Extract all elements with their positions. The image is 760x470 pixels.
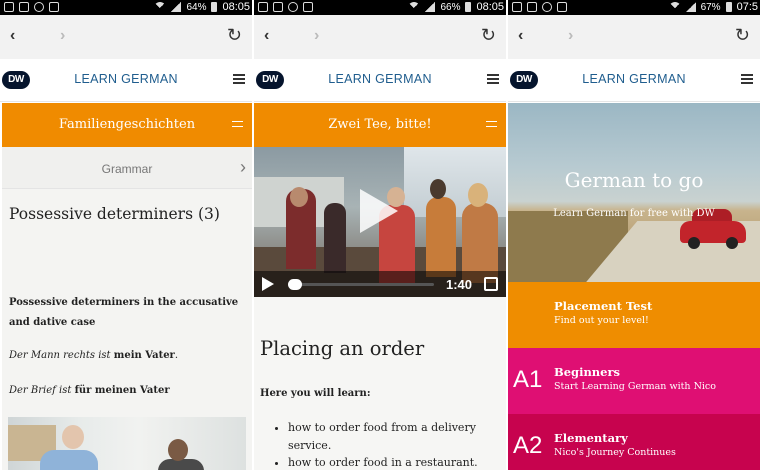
battery-icon xyxy=(725,2,732,12)
grammar-nav-row[interactable]: Grammar › xyxy=(2,147,252,189)
signal-icon xyxy=(425,2,436,12)
clock: 08:05 xyxy=(476,1,504,13)
status-bar: 67% 07:5 xyxy=(508,0,760,15)
play-icon[interactable] xyxy=(262,277,274,291)
list-item: how to order food from a delivery servic… xyxy=(288,419,504,454)
file-icon xyxy=(49,2,59,12)
level-a1-tile[interactable]: A1 Beginners Start Learning German with … xyxy=(508,348,760,414)
hamburger-menu-icon[interactable] xyxy=(233,74,245,84)
notification-icons xyxy=(258,2,313,12)
browser-toolbar: ‹ › ↻ xyxy=(254,15,506,59)
screen-grammar: 64% 08:05 ‹ › ↻ DW LEARN GERMAN Familien… xyxy=(0,0,252,470)
reload-icon[interactable]: ↻ xyxy=(735,25,750,45)
shield-icon xyxy=(34,2,44,12)
seek-thumb[interactable] xyxy=(288,279,302,290)
hero-banner[interactable]: German to go Learn German for free with … xyxy=(508,103,760,282)
reload-icon[interactable]: ↻ xyxy=(227,25,242,45)
browser-toolbar: ‹ › ↻ xyxy=(508,15,760,59)
example-sentence: Der Mann rechts ist mein Vater. xyxy=(9,350,179,361)
back-icon[interactable]: ‹ xyxy=(518,27,523,45)
page-title: Placing an order xyxy=(260,337,425,360)
wifi-icon xyxy=(408,2,421,14)
wifi-icon xyxy=(668,2,681,14)
site-title[interactable]: LEARN GERMAN xyxy=(508,72,760,86)
screen-video-lesson: 66% 08:05 ‹ › ↻ DW LEARN GERMAN Zwei Tee… xyxy=(254,0,506,470)
screen-home: 67% 07:5 ‹ › ↻ DW LEARN GERMAN German to… xyxy=(508,0,760,470)
signal-icon xyxy=(685,2,696,12)
learning-goals-list: how to order food from a delivery servic… xyxy=(276,419,504,470)
play-overlay-icon[interactable] xyxy=(360,189,398,233)
list-item: how to order food in a restaurant. xyxy=(288,454,504,470)
tile-title: Elementary xyxy=(554,431,628,445)
clock: 07:5 xyxy=(736,1,758,13)
hamburger-menu-icon[interactable] xyxy=(741,74,753,84)
site-title[interactable]: LEARN GERMAN xyxy=(0,72,252,86)
example-sentence: Der Brief ist für meinen Vater xyxy=(9,385,170,396)
battery-icon xyxy=(465,2,472,12)
video-player[interactable]: 1:40 xyxy=(254,147,506,297)
lesson-menu-icon[interactable] xyxy=(486,121,497,127)
lesson-photo xyxy=(8,417,246,470)
tile-subtitle: Nico's Journey Continues xyxy=(554,447,676,458)
level-a2-tile[interactable]: A2 Elementary Nico's Journey Continues xyxy=(508,414,760,470)
tile-title: Placement Test xyxy=(554,299,653,313)
hamburger-menu-icon[interactable] xyxy=(487,74,499,84)
video-controls: 1:40 xyxy=(254,271,506,297)
lesson-title-bar[interactable]: Zwei Tee, bitte! xyxy=(254,103,506,147)
site-header: DW LEARN GERMAN xyxy=(508,59,760,102)
status-bar: 64% 08:05 xyxy=(0,0,252,15)
hero-title: German to go xyxy=(564,168,704,192)
tile-subtitle: Start Learning German with Nico xyxy=(554,381,716,392)
gallery-icon xyxy=(258,2,268,12)
site-header: DW LEARN GERMAN xyxy=(0,59,252,102)
level-code: A1 xyxy=(513,366,543,393)
battery-percent: 66% xyxy=(440,1,461,13)
status-bar: 66% 08:05 xyxy=(254,0,506,15)
lesson-content: Grammar › Possessive determiners (3) Pos… xyxy=(2,147,252,470)
file-icon xyxy=(557,2,567,12)
notification-icons xyxy=(512,2,567,12)
chevron-right-icon[interactable]: › xyxy=(240,157,246,178)
forward-icon[interactable]: › xyxy=(60,27,65,45)
clock: 08:05 xyxy=(222,1,250,13)
site-header: DW LEARN GERMAN xyxy=(254,59,506,102)
back-icon[interactable]: ‹ xyxy=(10,27,15,45)
page-title: Possessive determiners (3) xyxy=(9,205,220,223)
section-subheading: Possessive determiners in the accusative… xyxy=(9,297,239,328)
lesson-menu-icon[interactable] xyxy=(232,121,243,127)
shield-icon xyxy=(542,2,552,12)
battery-percent: 64% xyxy=(186,1,207,13)
browser-toolbar: ‹ › ↻ xyxy=(0,15,252,59)
battery-percent: 67% xyxy=(700,1,721,13)
placement-test-tile[interactable]: Placement Test Find out your level! xyxy=(508,282,760,348)
shield-icon xyxy=(288,2,298,12)
reload-icon[interactable]: ↻ xyxy=(481,25,496,45)
file-icon xyxy=(303,2,313,12)
notification-icons xyxy=(4,2,59,12)
image-icon xyxy=(527,2,537,12)
battery-icon xyxy=(211,2,218,12)
grammar-label: Grammar xyxy=(101,162,153,176)
gallery-icon xyxy=(4,2,14,12)
level-code: A2 xyxy=(513,432,543,459)
image-icon xyxy=(19,2,29,12)
gallery-icon xyxy=(512,2,522,12)
tile-subtitle: Find out your level! xyxy=(554,315,649,326)
fullscreen-icon[interactable] xyxy=(484,277,498,291)
tile-title: Beginners xyxy=(554,365,621,379)
lesson-title: Zwei Tee, bitte! xyxy=(328,117,432,132)
lesson-title-bar[interactable]: Familiengeschichten xyxy=(2,103,252,147)
site-title[interactable]: LEARN GERMAN xyxy=(254,72,506,86)
forward-icon[interactable]: › xyxy=(568,27,573,45)
lesson-title: Familiengeschichten xyxy=(58,117,196,132)
hero-subtitle: Learn German for free with DW xyxy=(553,208,715,219)
wifi-icon xyxy=(154,2,167,14)
forward-icon[interactable]: › xyxy=(314,27,319,45)
seek-bar[interactable] xyxy=(288,283,434,286)
section-subheading: Here you will learn: xyxy=(260,388,371,399)
signal-icon xyxy=(171,2,182,12)
video-duration: 1:40 xyxy=(446,277,473,292)
image-icon xyxy=(273,2,283,12)
back-icon[interactable]: ‹ xyxy=(264,27,269,45)
